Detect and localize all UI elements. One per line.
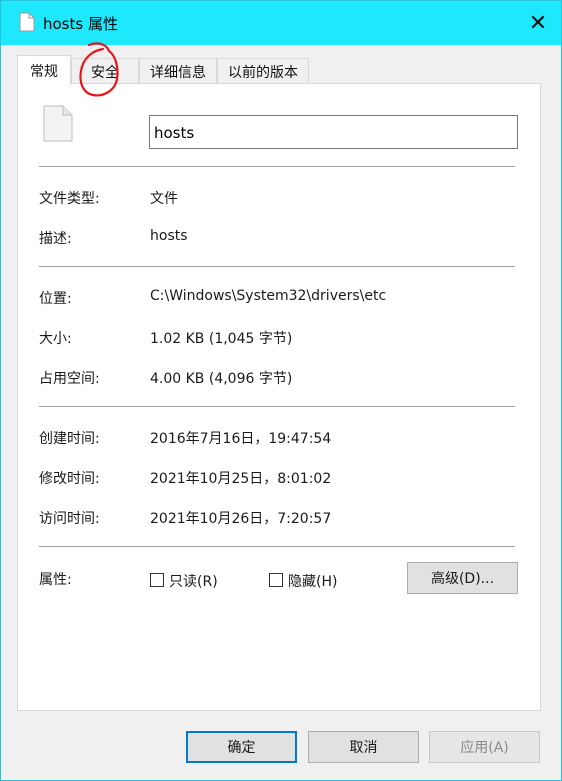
cancel-button[interactable]: 取消 <box>308 731 419 763</box>
window-title: hosts 属性 <box>43 15 118 33</box>
size-on-disk-value: 4.00 KB (4,096 字节) <box>150 371 293 387</box>
title-bar[interactable]: hosts 属性 ✕ <box>1 1 561 45</box>
general-tab-panel <box>17 83 541 711</box>
properties-window: hosts 属性 ✕ 常规 安全 详细信息 以前的版本 文件类型: 文件 描述:… <box>0 0 562 781</box>
readonly-label[interactable]: 只读(R) <box>169 571 218 591</box>
hidden-checkbox[interactable] <box>269 573 283 587</box>
accessed-label: 访问时间: <box>39 511 100 527</box>
file-type-value: 文件 <box>150 191 178 207</box>
accessed-value: 2021年10月26日，7:20:57 <box>150 511 332 527</box>
size-on-disk-label: 占用空间: <box>39 371 100 387</box>
attributes-label: 属性: <box>39 572 72 588</box>
close-button[interactable]: ✕ <box>515 1 561 45</box>
document-icon <box>19 12 35 32</box>
description-label: 描述: <box>39 231 72 247</box>
separator <box>39 406 515 407</box>
file-name-input[interactable] <box>149 115 518 149</box>
size-value: 1.02 KB (1,045 字节) <box>150 331 293 347</box>
location-value: C:\Windows\System32\drivers\etc <box>150 288 387 304</box>
description-value: hosts <box>150 228 188 244</box>
tab-security[interactable]: 安全 <box>71 58 139 84</box>
modified-label: 修改时间: <box>39 471 100 487</box>
created-label: 创建时间: <box>39 431 100 447</box>
tab-general[interactable]: 常规 <box>17 55 71 85</box>
location-label: 位置: <box>39 291 72 307</box>
created-value: 2016年7月16日，19:47:54 <box>150 431 332 447</box>
close-icon: ✕ <box>528 10 548 36</box>
modified-value: 2021年10月25日，8:01:02 <box>150 471 332 487</box>
advanced-button[interactable]: 高级(D)... <box>407 562 518 594</box>
separator <box>39 166 515 167</box>
readonly-checkbox[interactable] <box>150 573 164 587</box>
hidden-label[interactable]: 隐藏(H) <box>288 571 337 591</box>
apply-button[interactable]: 应用(A) <box>429 731 540 763</box>
tab-details[interactable]: 详细信息 <box>139 58 217 84</box>
file-icon <box>43 105 73 142</box>
tab-previous-versions[interactable]: 以前的版本 <box>217 58 309 84</box>
separator <box>39 266 515 267</box>
separator <box>39 546 515 547</box>
file-type-label: 文件类型: <box>39 191 100 207</box>
size-label: 大小: <box>39 331 72 347</box>
ok-button[interactable]: 确定 <box>186 731 297 763</box>
